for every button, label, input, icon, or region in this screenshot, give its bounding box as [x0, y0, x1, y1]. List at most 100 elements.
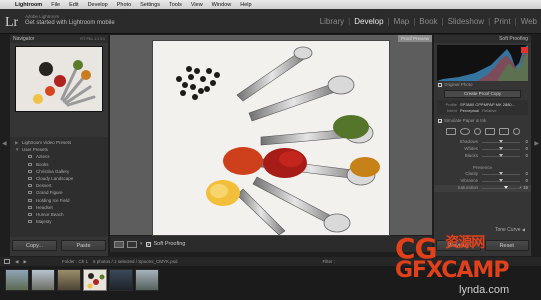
- menu-file[interactable]: File: [51, 2, 60, 8]
- filmstrip-thumb[interactable]: [31, 269, 55, 291]
- intent-relative-radio[interactable]: Relative: [482, 108, 496, 114]
- tone-curve-header[interactable]: Tone Curve ◀: [434, 227, 531, 235]
- preset-item[interactable]: Humor Beach: [10, 211, 108, 218]
- navigator-zoom-options[interactable]: FIT FILL 1:1 3:1: [80, 37, 105, 41]
- preset-item[interactable]: Books: [10, 161, 108, 168]
- red-eye-icon[interactable]: [484, 128, 495, 135]
- nav-back-icon[interactable]: ◀: [15, 259, 18, 265]
- menu-help[interactable]: Help: [240, 2, 251, 8]
- filmstrip-thumb[interactable]: [109, 269, 133, 291]
- menu-photo[interactable]: Photo: [117, 2, 131, 8]
- filmstrip-info: 6 photos / 1 selected / Spoons_CMYK.psd: [92, 259, 178, 264]
- slider-whites[interactable]: Whites 0: [434, 146, 531, 153]
- mac-menubar: Lightroom File Edit Develop Photo Settin…: [0, 0, 541, 9]
- nav-forward-icon[interactable]: ▶: [23, 259, 26, 265]
- spot-removal-icon[interactable]: [473, 128, 481, 135]
- proof-preview-header: Proof Preview: [397, 35, 432, 42]
- filmstrip-thumb[interactable]: [57, 269, 81, 291]
- copy-button[interactable]: Copy...: [12, 240, 57, 251]
- loupe-view-icon[interactable]: [114, 240, 124, 248]
- module-book[interactable]: Book: [419, 17, 437, 26]
- module-map[interactable]: Map: [394, 17, 410, 26]
- original-photo-row[interactable]: Original Photo: [434, 81, 531, 88]
- filmstrip-source[interactable]: Folder : Ch 1: [62, 259, 88, 264]
- preset-item[interactable]: Grand Figure: [10, 189, 108, 196]
- module-web[interactable]: Web: [521, 17, 537, 26]
- before-after-icon[interactable]: [127, 240, 137, 248]
- navigator-header[interactable]: Navigator FIT FILL 1:1 3:1: [10, 35, 108, 43]
- crop-tool-icon[interactable]: [459, 128, 470, 135]
- module-print[interactable]: Print: [494, 17, 510, 26]
- image-canvas[interactable]: Proof Preview: [110, 35, 432, 235]
- slider-track[interactable]: [482, 188, 520, 189]
- toolbar-chevron-icon[interactable]: ▾: [140, 241, 143, 247]
- menu-app-name[interactable]: Lightroom: [15, 2, 42, 8]
- menu-view[interactable]: View: [191, 2, 203, 8]
- menu-tools[interactable]: Tools: [169, 2, 182, 8]
- slider-knob[interactable]: [504, 186, 508, 189]
- filmstrip-thumb[interactable]: [5, 269, 29, 291]
- preset-folder-video[interactable]: ▶ Lightroom Video Presets: [10, 139, 108, 146]
- preset-item[interactable]: Headset: [10, 204, 108, 211]
- menu-edit[interactable]: Edit: [69, 2, 78, 8]
- simulate-paper-row[interactable]: ✓ Simulate Paper & Ink: [434, 117, 531, 124]
- slider-blacks[interactable]: Blacks 0: [434, 153, 531, 160]
- slider-knob[interactable]: [499, 147, 503, 150]
- module-library[interactable]: Library: [320, 17, 344, 26]
- preset-item[interactable]: Christina Gallery: [10, 168, 108, 175]
- filmstrip-bar: ◀ ▶ Folder : Ch 1 6 photos / 1 selected …: [0, 257, 541, 266]
- tone-curve-expand-icon[interactable]: ◀: [522, 227, 525, 232]
- identity-line-2[interactable]: Get started with Lightroom mobile: [25, 20, 115, 27]
- grid-tool-icon[interactable]: [445, 128, 456, 135]
- soft-proofing-header[interactable]: Soft Proofing: [434, 35, 531, 43]
- view-grid-icon[interactable]: [4, 259, 10, 264]
- soft-proofing-label[interactable]: Soft Proofing: [154, 241, 186, 247]
- module-picker: Library | Develop | Map | Book | Slideshow | …: [319, 17, 537, 26]
- original-photo-label: Original Photo: [444, 82, 473, 87]
- main-photo[interactable]: [153, 41, 389, 235]
- previous-button[interactable]: Previous: [436, 240, 481, 251]
- intent-perceptual-radio[interactable]: Perceptual: [460, 108, 479, 114]
- filmstrip-filter[interactable]: Filter :: [323, 259, 336, 264]
- navigator-preview[interactable]: [15, 46, 103, 112]
- reset-button[interactable]: Reset: [484, 240, 529, 251]
- histogram[interactable]: [437, 45, 528, 81]
- menu-settings[interactable]: Settings: [140, 2, 160, 8]
- slider-knob[interactable]: [499, 140, 503, 143]
- preset-item[interactable]: Dessert: [10, 182, 108, 189]
- left-panel-toggle-icon[interactable]: ◀: [2, 140, 7, 147]
- slider-knob[interactable]: [499, 172, 503, 175]
- slider-knob[interactable]: [499, 179, 503, 182]
- intent-label: Intent: [446, 107, 457, 113]
- navigator-title: Navigator: [13, 36, 35, 42]
- preset-item[interactable]: Aztecs: [10, 153, 108, 160]
- identity-bar: Lr Adobe Lightroom Get started with Ligh…: [0, 9, 541, 34]
- adjustment-brush-icon[interactable]: [512, 128, 520, 135]
- filmstrip-thumb[interactable]: [135, 269, 159, 291]
- create-proof-copy-button[interactable]: Create Proof Copy: [444, 90, 521, 98]
- navigator-thumbnail-image: [16, 47, 102, 111]
- menu-window[interactable]: Window: [212, 2, 232, 8]
- module-develop[interactable]: Develop: [354, 17, 383, 26]
- filmstrip-thumb-selected[interactable]: [83, 269, 107, 291]
- slider-saturation[interactable]: Saturation + 15: [434, 185, 531, 192]
- preset-item[interactable]: Cloudy Landscape: [10, 175, 108, 182]
- soft-proofing-checkbox[interactable]: ✓: [145, 241, 151, 247]
- slider-knob[interactable]: [499, 154, 503, 157]
- presets-panel: ▶ Lightroom Video Presets ▼ User Presets A…: [10, 137, 108, 237]
- slider-shadows[interactable]: Shadows 0: [434, 139, 531, 146]
- develop-toolbar: ▾ ✓ Soft Proofing: [110, 236, 432, 252]
- identity-plate: Adobe Lightroom Get started with Lightro…: [25, 13, 115, 27]
- preset-item[interactable]: Majesty: [10, 218, 108, 225]
- right-panel-toggle-icon[interactable]: ▶: [534, 140, 539, 147]
- preset-item[interactable]: Holding Ice Field: [10, 197, 108, 204]
- preset-folder-user[interactable]: ▼ User Presets: [10, 146, 108, 153]
- tone-curve-label: Tone Curve: [494, 227, 521, 233]
- slider-vibrance[interactable]: Vibrance 0: [434, 178, 531, 185]
- menu-develop[interactable]: Develop: [88, 2, 108, 8]
- module-slideshow[interactable]: Slideshow: [448, 17, 484, 26]
- right-panel-buttons: Previous Reset: [434, 240, 531, 254]
- paste-button[interactable]: Paste: [61, 240, 106, 251]
- graduated-filter-icon[interactable]: [498, 128, 509, 135]
- slider-clarity[interactable]: Clarity 0: [434, 171, 531, 178]
